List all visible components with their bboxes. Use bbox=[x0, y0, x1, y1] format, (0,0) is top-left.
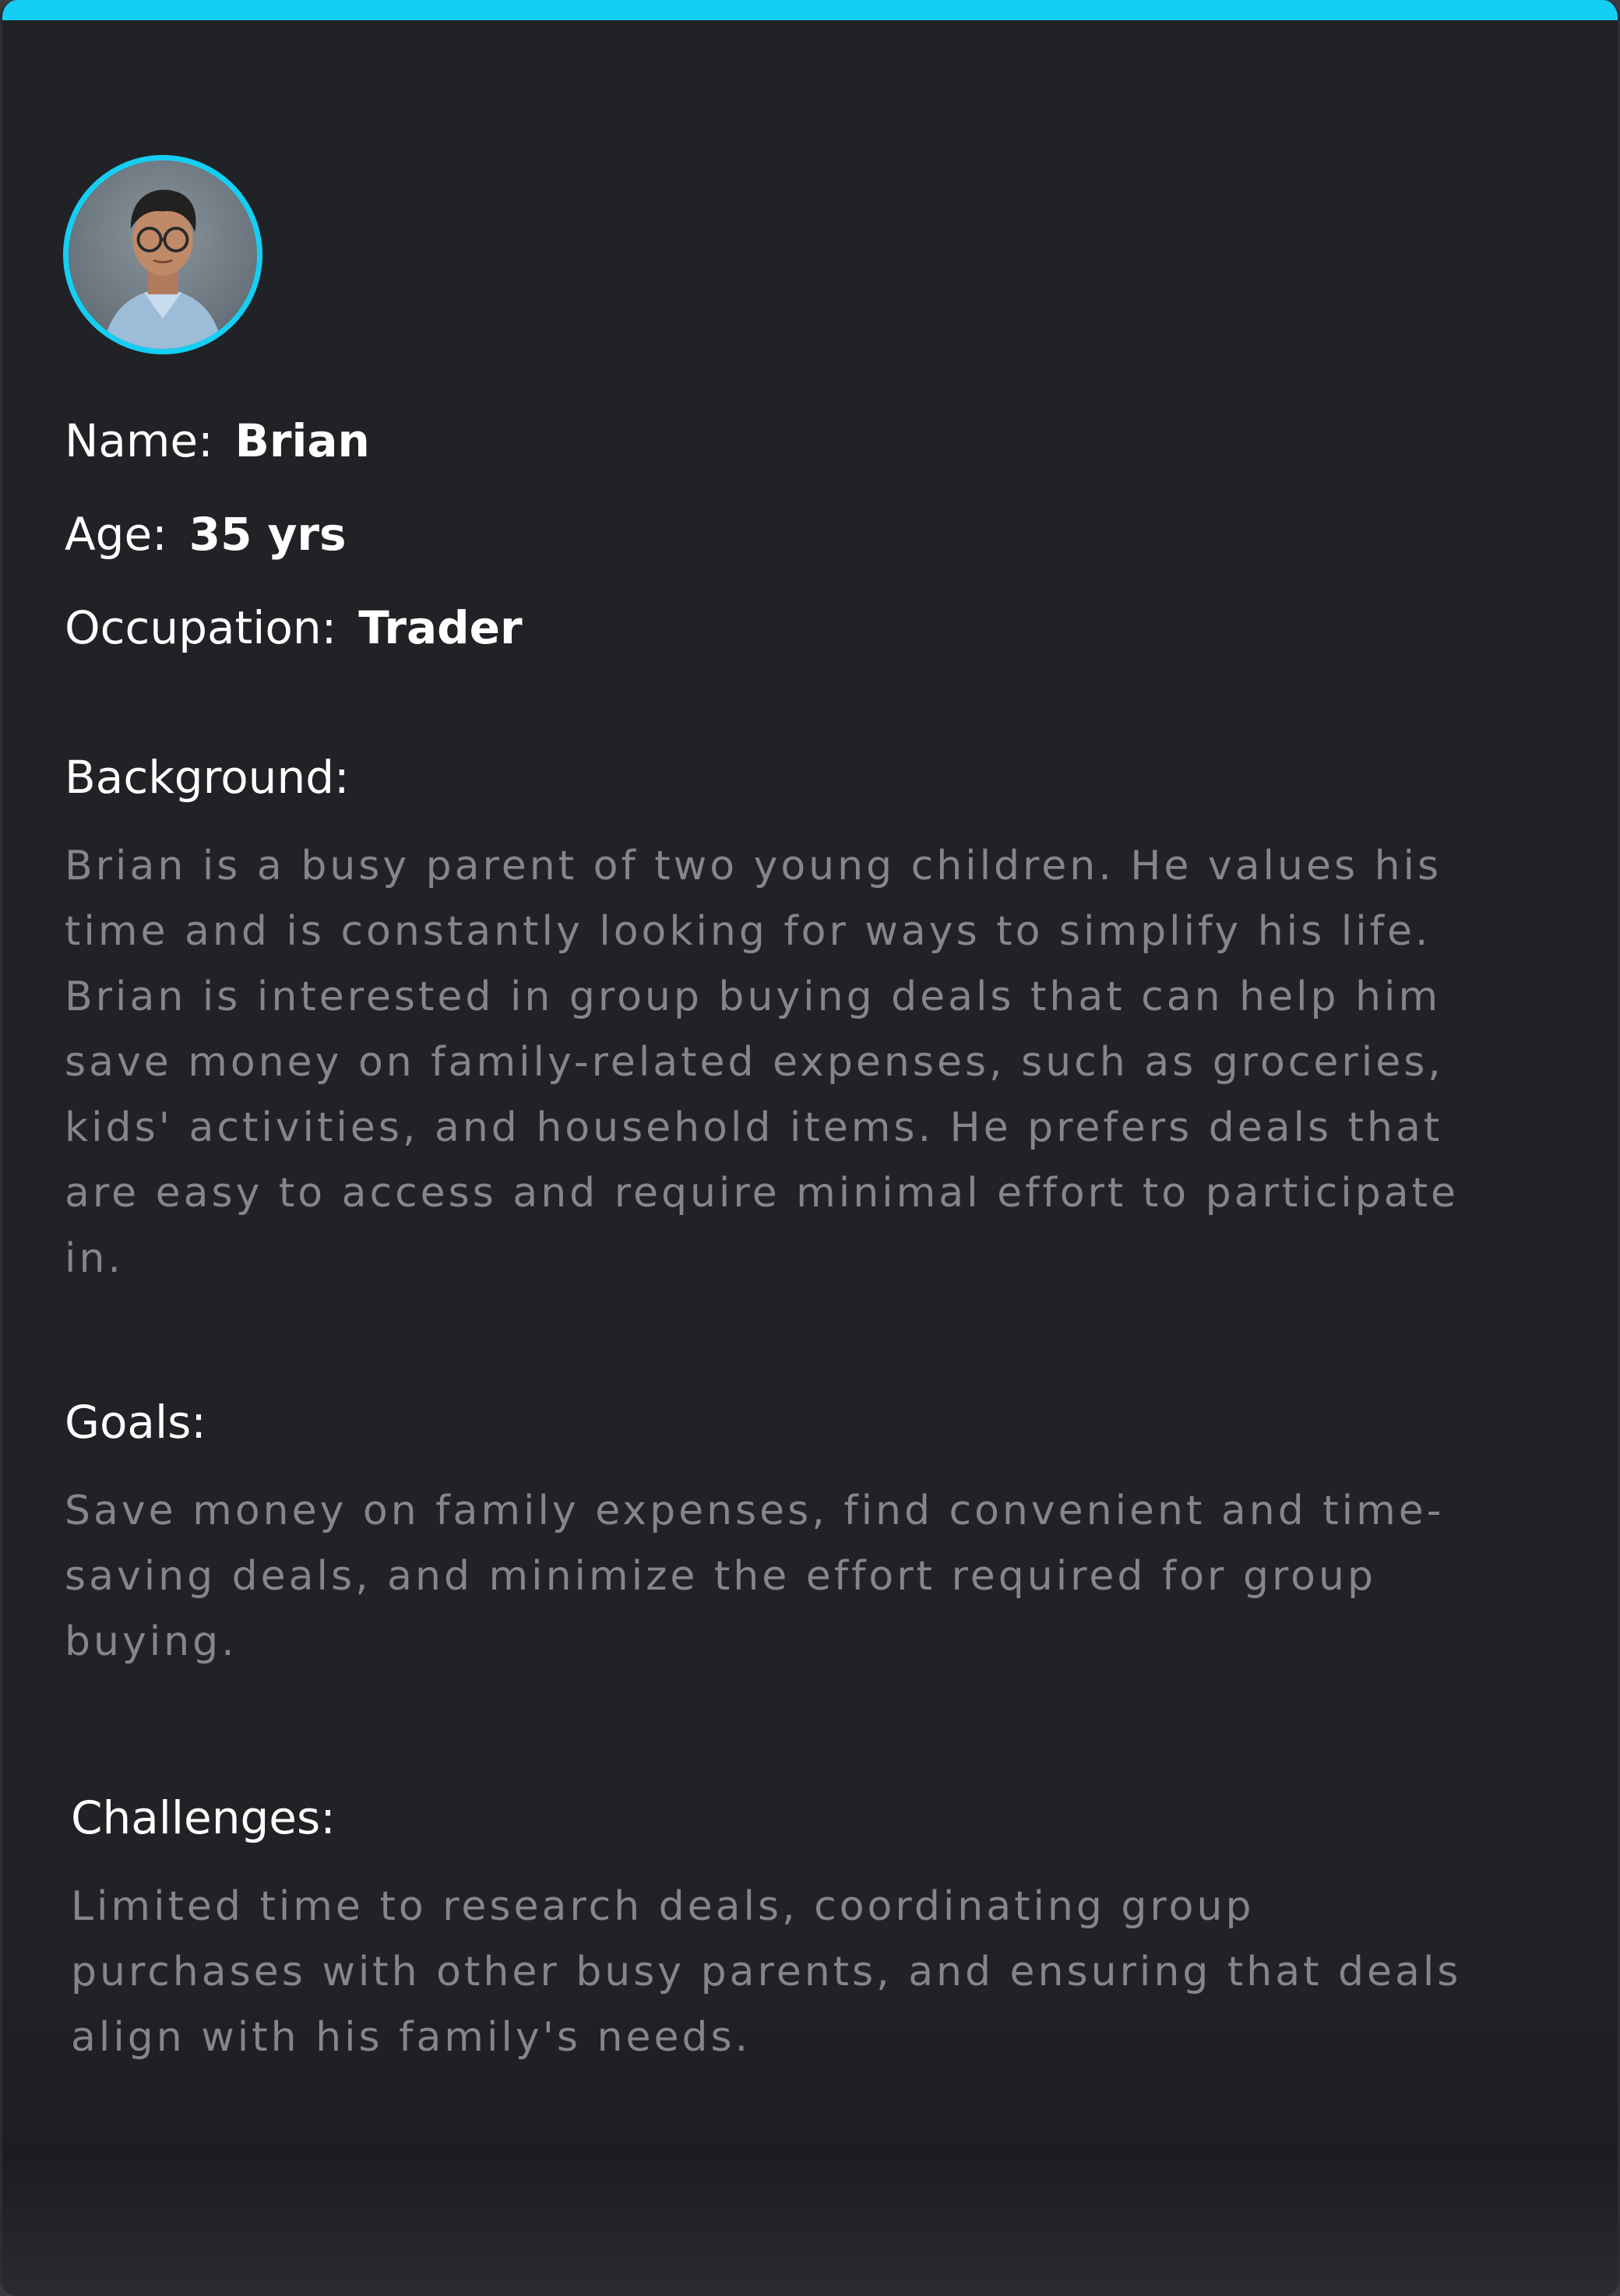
challenges-text: Limited time to research deals, coordina… bbox=[71, 1874, 1461, 2070]
background-line: are easy to access and require minimal e… bbox=[65, 1170, 1459, 1217]
name-value: Brian bbox=[234, 414, 370, 467]
background-line: time and is constantly looking for ways … bbox=[65, 908, 1432, 955]
challenges-line: align with his family's needs. bbox=[71, 2014, 752, 2061]
challenges-heading: Challenges: bbox=[71, 1791, 336, 1844]
background-heading: Background: bbox=[65, 751, 350, 804]
occupation-label: Occupation: bbox=[65, 601, 337, 654]
background-line: Brian is a busy parent of two young chil… bbox=[65, 843, 1442, 889]
background-line: save money on family-related expenses, s… bbox=[65, 1039, 1444, 1086]
name-field: Name: Brian bbox=[65, 414, 370, 468]
age-field: Age: 35 yrs bbox=[65, 507, 347, 562]
background-text: Brian is a busy parent of two young chil… bbox=[65, 833, 1459, 1291]
background-line: in. bbox=[65, 1235, 124, 1282]
age-label: Age: bbox=[65, 508, 167, 561]
goals-line: buying. bbox=[65, 1618, 238, 1665]
goals-heading: Goals: bbox=[65, 1396, 206, 1449]
age-value: 35 yrs bbox=[188, 508, 347, 561]
challenges-line: purchases with other busy parents, and e… bbox=[71, 1949, 1462, 1995]
persona-card: Name: Brian Age: 35 yrs Occupation: Trader … bbox=[0, 0, 1620, 2296]
goals-line: saving deals, and minimize the effort re… bbox=[65, 1553, 1376, 1600]
avatar bbox=[63, 155, 262, 354]
name-label: Name: bbox=[65, 414, 213, 467]
goals-line: Save money on family expenses, find conv… bbox=[65, 1488, 1445, 1534]
challenges-line: Limited time to research deals, coordina… bbox=[71, 1883, 1255, 1930]
accent-top-bar bbox=[2, 0, 1618, 20]
avatar-photo bbox=[69, 160, 257, 349]
occupation-value: Trader bbox=[358, 601, 523, 654]
goals-text: Save money on family expenses, find conv… bbox=[65, 1478, 1445, 1674]
background-line: Brian is interested in group buying deal… bbox=[65, 974, 1442, 1020]
background-line: kids' activities, and household items. H… bbox=[65, 1104, 1443, 1151]
occupation-field: Occupation: Trader bbox=[65, 600, 523, 655]
